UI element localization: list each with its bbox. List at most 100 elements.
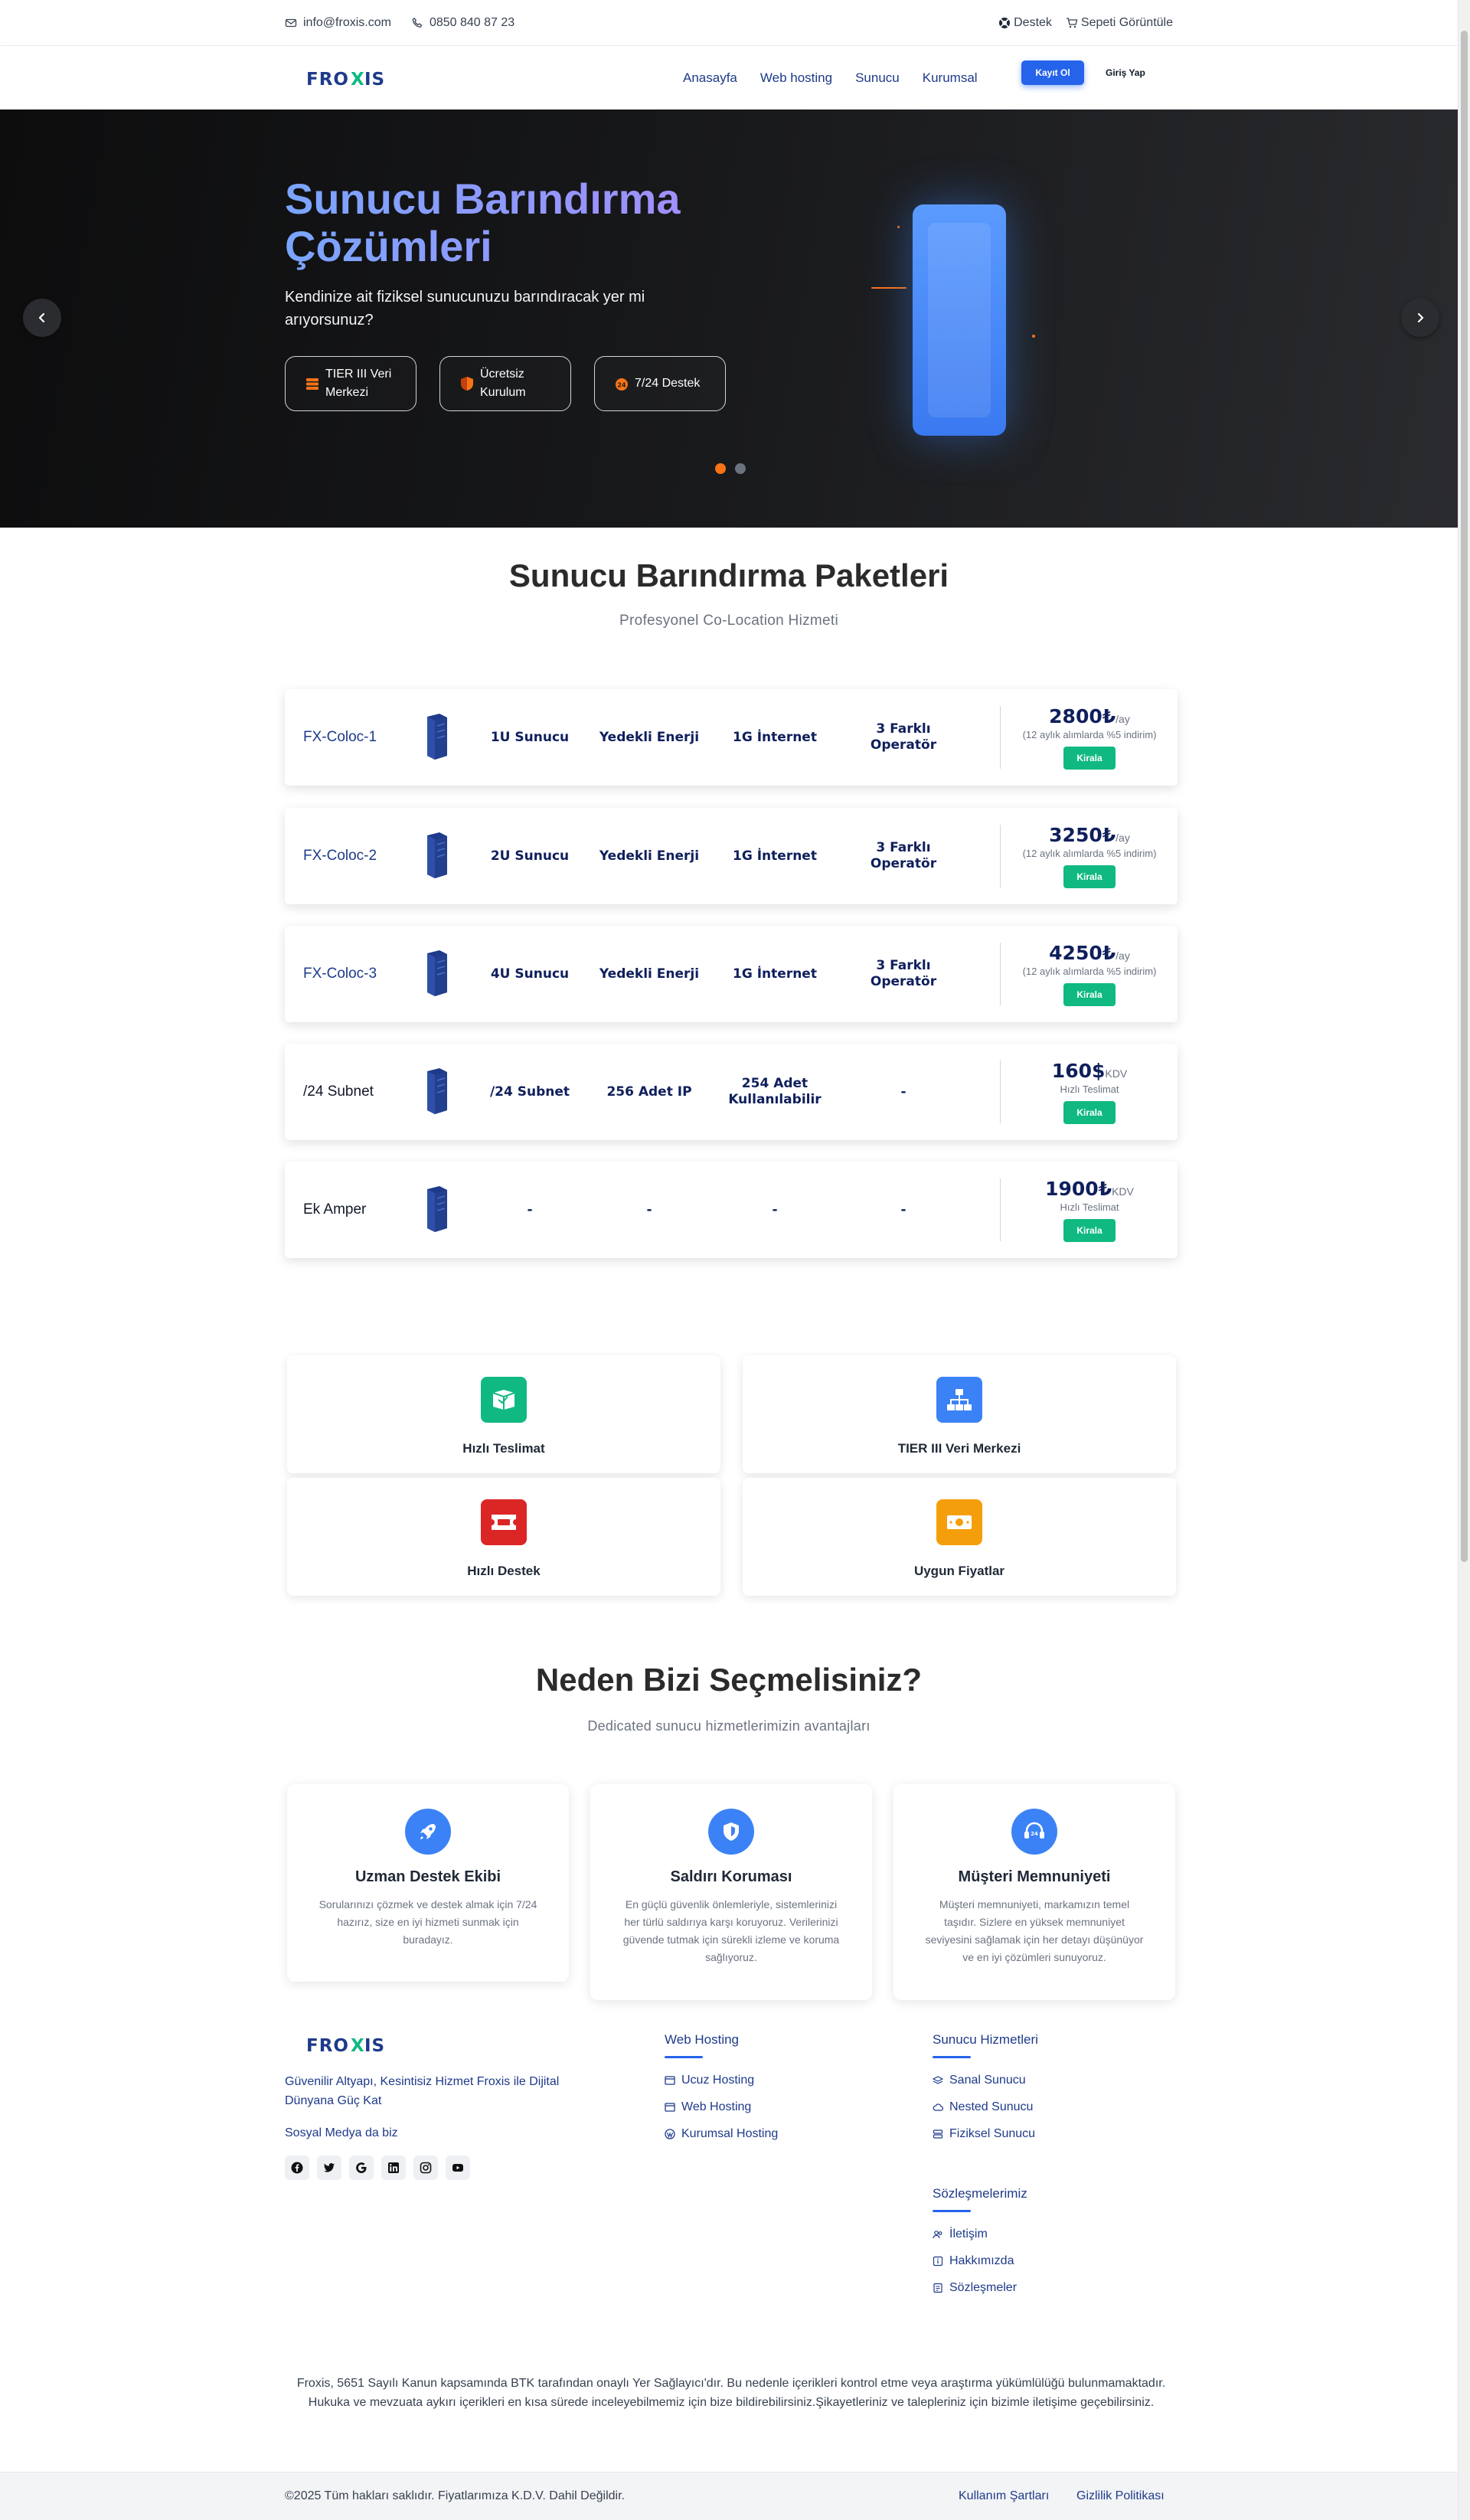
- server-rack-icon: [421, 1067, 452, 1116]
- svg-text:FRO: FRO: [306, 2036, 349, 2056]
- price-unit: KDV: [1112, 1185, 1134, 1198]
- footer-tagline: Güvenilir Altyapı, Kesintisiz Hizmet Fro…: [285, 2075, 560, 2107]
- scrollbar-thumb[interactable]: [1461, 31, 1468, 1562]
- package-name: /24 Subnet: [303, 1084, 374, 1100]
- footer-link-corporate-hosting[interactable]: Kurumsal Hosting: [665, 2127, 778, 2141]
- footer-col-title-contracts: Sözleşmelerimiz: [933, 2186, 1027, 2201]
- server-rack-icon: [421, 831, 452, 880]
- package-row: /24 Subnet/24 Subnet 256 Adet IP 254 Adet …: [285, 1044, 1178, 1140]
- footer-link-physical-server[interactable]: Fiziksel Sunucu: [933, 2127, 1035, 2141]
- facebook-icon[interactable]: [285, 2156, 309, 2180]
- svg-text:X: X: [351, 2036, 365, 2056]
- packages-subtitle: Profesyonel Co-Location Hizmeti: [619, 613, 838, 629]
- svg-text:IS: IS: [364, 2036, 385, 2056]
- footer-col-underline: [665, 2056, 703, 2058]
- price-box: 4250₺/ay (12 aylık alımlarda %5 indirim) K…: [1001, 926, 1178, 1022]
- chevron-right-icon: [1417, 312, 1424, 323]
- phone-link[interactable]: 0850 840 87 23: [411, 16, 514, 30]
- slider-prev-button[interactable]: [23, 299, 61, 337]
- why-card-title: Uzman Destek Ekibi: [354, 1868, 501, 1885]
- hero-slider: Sunucu Barındırma Çözümleri Kendinize ai…: [0, 109, 1458, 528]
- terms-link[interactable]: Kullanım Şartları: [959, 2489, 1049, 2503]
- footer-link-cheap-hosting[interactable]: Ucuz Hosting: [665, 2074, 754, 2087]
- price-box: 2800₺/ay (12 aylık alımlarda %5 indirim) K…: [1001, 689, 1178, 786]
- package-spec: -: [646, 1201, 652, 1218]
- rent-button[interactable]: Kirala: [1063, 747, 1116, 770]
- rent-button[interactable]: Kirala: [1063, 865, 1116, 888]
- why-title: Neden Bizi Seçmelisiniz?: [535, 1662, 923, 1698]
- footer-link-web-hosting[interactable]: Web Hosting: [665, 2100, 751, 2114]
- svg-text:24: 24: [1031, 1831, 1038, 1837]
- support-link[interactable]: Destek: [998, 16, 1052, 30]
- hero-feature-label: Ücretsiz Kurulum: [480, 368, 526, 399]
- footer-link-about[interactable]: Hakkımızda: [933, 2254, 1014, 2268]
- package-spec: 4U Sunucu: [490, 966, 570, 982]
- svg-text:24: 24: [617, 382, 626, 389]
- price-value: 160$: [1051, 1060, 1106, 1082]
- cart-link[interactable]: Sepeti Görüntüle: [1066, 16, 1173, 30]
- footer-link-virtual-server[interactable]: Sanal Sunucu: [933, 2074, 1026, 2087]
- register-button[interactable]: Kayıt Ol: [1021, 60, 1084, 85]
- why-card-ddos: Saldırı Koruması En güçlü güvenlik önlem…: [590, 1784, 872, 2000]
- feature-card-fast-delivery: Hızlı Teslimat: [287, 1355, 720, 1473]
- nav-link-web-hosting[interactable]: Web hosting: [760, 70, 832, 86]
- froxis-logo[interactable]: FRO X IS: [306, 67, 400, 90]
- decor-spark: [897, 226, 900, 228]
- package-spec: 3 Farklı Operatör: [870, 840, 937, 871]
- hero-feature-setup: Ücretsiz Kurulum: [439, 356, 571, 411]
- support-text: Destek: [1014, 16, 1052, 29]
- package-name: FX-Coloc-1: [303, 729, 377, 745]
- price-note: Hızlı Teslimat: [1060, 1084, 1119, 1095]
- footer-froxis-logo[interactable]: FRO X IS: [306, 2033, 400, 2056]
- svg-text:IS: IS: [364, 70, 385, 90]
- email-link[interactable]: info@froxis.com: [285, 16, 391, 30]
- price-box: 1900₺KDV Hızlı Teslimat Kirala: [1001, 1162, 1178, 1258]
- rent-button[interactable]: Kirala: [1063, 983, 1116, 1006]
- feature-label: Uygun Fiyatlar: [913, 1564, 1005, 1578]
- headset-icon: 24: [616, 378, 628, 391]
- package-spec: 256 Adet IP: [606, 1084, 692, 1100]
- social-links: [285, 2156, 470, 2180]
- twitter-icon[interactable]: [317, 2156, 341, 2180]
- footer-link-nested-server[interactable]: Nested Sunucu: [933, 2100, 1033, 2114]
- top-bar: info@froxis.com 0850 840 87 23 Destek Se…: [0, 0, 1458, 46]
- privacy-link[interactable]: Gizlilik Politikası: [1076, 2489, 1165, 2503]
- email-text: info@froxis.com: [303, 16, 391, 29]
- slider-next-button[interactable]: [1401, 299, 1439, 337]
- window-icon: [665, 2076, 675, 2085]
- footer-link-contact[interactable]: İletişim: [933, 2227, 988, 2241]
- document-icon: [933, 2283, 942, 2293]
- main-navbar: FRO X IS Anasayfa Web hosting Sunucu Kur…: [0, 47, 1458, 109]
- rent-button[interactable]: Kirala: [1063, 1101, 1116, 1124]
- price-box: 3250₺/ay (12 aylık alımlarda %5 indirim) K…: [1001, 808, 1178, 904]
- feature-card-fast-support: Hızlı Destek: [287, 1478, 720, 1596]
- feature-label: TIER III Veri Merkezi: [897, 1441, 1021, 1456]
- nav-link-home[interactable]: Anasayfa: [683, 70, 737, 86]
- cart-icon: [1066, 18, 1078, 28]
- slider-dot-2[interactable]: [735, 463, 746, 474]
- youtube-icon[interactable]: [446, 2156, 470, 2180]
- wordpress-icon: [665, 2129, 675, 2139]
- rent-button[interactable]: Kirala: [1063, 1219, 1116, 1242]
- linkedin-icon[interactable]: [381, 2156, 406, 2180]
- slider-dots: [715, 463, 746, 474]
- shield-icon: [461, 377, 473, 391]
- nav-link-corporate[interactable]: Kurumsal: [923, 70, 978, 86]
- nav-link-server[interactable]: Sunucu: [855, 70, 900, 86]
- package-spec: 254 Adet Kullanılabilir: [728, 1076, 822, 1107]
- price-note: Hızlı Teslimat: [1060, 1201, 1119, 1213]
- page-scrollbar[interactable]: [1458, 0, 1470, 2520]
- footer-link-label: Fiziksel Sunucu: [949, 2127, 1036, 2140]
- bottom-bar: ©2025 Tüm hakları saklıdır. Fiyatlarımız…: [0, 2472, 1458, 2520]
- instagram-icon[interactable]: [413, 2156, 438, 2180]
- footer-col-underline: [933, 2056, 971, 2058]
- why-card-satisfaction: 24 Müşteri Memnuniyeti Müşteri memnuniye…: [893, 1784, 1175, 2000]
- slider-dot-1[interactable]: [715, 463, 726, 474]
- money-icon: [936, 1499, 982, 1545]
- price-divider: [1000, 706, 1001, 769]
- why-subtitle: Dedicated sunucu hizmetlerimizin avantaj…: [587, 1718, 871, 1734]
- google-icon[interactable]: [349, 2156, 374, 2180]
- server-rack-icon: [421, 949, 452, 998]
- login-button[interactable]: Giriş Yap: [1106, 60, 1145, 85]
- footer-link-contracts[interactable]: Sözleşmeler: [933, 2281, 1017, 2295]
